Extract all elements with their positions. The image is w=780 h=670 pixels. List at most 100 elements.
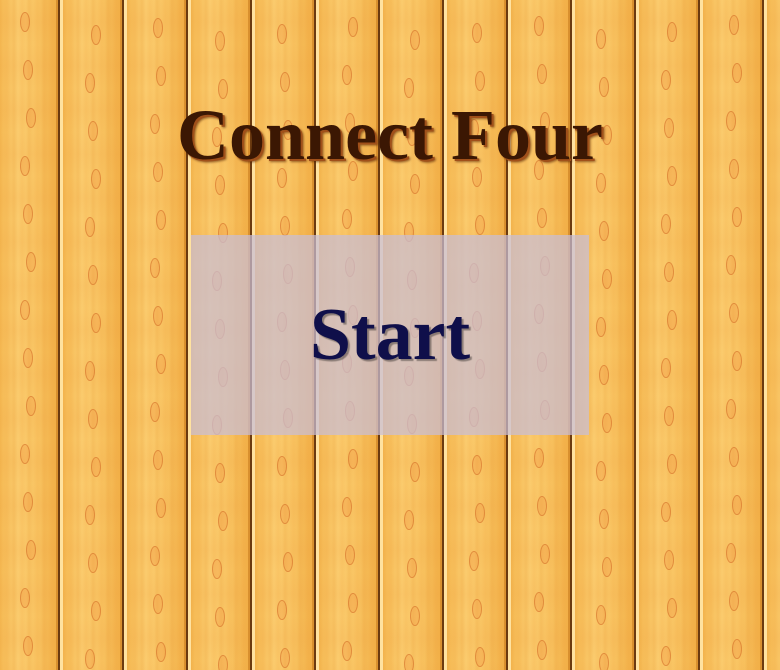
wood-knot	[342, 65, 352, 85]
wood-knot	[667, 22, 677, 42]
wood-knot	[540, 544, 550, 564]
wood-knot	[20, 588, 30, 608]
wood-knot	[534, 16, 544, 36]
wood-knot	[277, 24, 287, 44]
wood-knot	[599, 365, 609, 385]
wood-knot	[732, 63, 742, 83]
wood-knot	[150, 258, 160, 278]
wood-knot	[23, 348, 33, 368]
start-button-label: Start	[309, 293, 471, 376]
wood-knot	[156, 66, 166, 86]
wood-knot	[472, 23, 482, 43]
wood-knot	[91, 25, 101, 45]
wood-knot	[23, 60, 33, 80]
wood-knot	[537, 496, 547, 516]
wood-knot	[23, 204, 33, 224]
wood-knot	[85, 361, 95, 381]
wood-knot	[596, 317, 606, 337]
wood-knot	[215, 607, 225, 627]
wood-knot	[85, 505, 95, 525]
wood-knot	[85, 649, 95, 669]
wood-knot	[596, 605, 606, 625]
wood-knot	[156, 354, 166, 374]
wood-knot	[475, 647, 485, 667]
wood-knot	[85, 73, 95, 93]
wood-knot	[218, 511, 228, 531]
start-button[interactable]: Start	[191, 235, 589, 435]
wood-knot	[212, 559, 222, 579]
wood-knot	[348, 449, 358, 469]
wood-knot	[215, 463, 225, 483]
wood-knot	[537, 208, 547, 228]
wood-knot	[667, 598, 677, 618]
wood-knot	[661, 646, 671, 666]
wood-knot	[534, 592, 544, 612]
wood-knot	[661, 358, 671, 378]
wood-knot	[156, 498, 166, 518]
wood-knot	[156, 210, 166, 230]
wood-knot	[732, 351, 742, 371]
wood-knot	[283, 552, 293, 572]
wood-knot	[26, 252, 36, 272]
wood-knot	[472, 455, 482, 475]
wood-knot	[729, 15, 739, 35]
wood-knot	[410, 462, 420, 482]
wood-knot	[407, 558, 417, 578]
wood-knot	[85, 217, 95, 237]
wood-knot	[277, 456, 287, 476]
wood-knot	[280, 216, 290, 236]
wood-knot	[537, 640, 547, 660]
wood-knot	[215, 175, 225, 195]
wood-knot	[664, 406, 674, 426]
wood-knot	[664, 550, 674, 570]
wood-knot	[596, 461, 606, 481]
wood-knot	[729, 591, 739, 611]
wood-knot	[88, 265, 98, 285]
wood-knot	[277, 600, 287, 620]
wood-knot	[599, 509, 609, 529]
wood-knot	[732, 639, 742, 659]
wood-knot	[153, 450, 163, 470]
wood-knot	[410, 606, 420, 626]
wood-knot	[410, 30, 420, 50]
wood-knot	[153, 306, 163, 326]
wood-knot	[732, 495, 742, 515]
wood-knot	[153, 594, 163, 614]
wood-knot	[404, 654, 414, 670]
wood-knot	[150, 402, 160, 422]
wood-knot	[153, 18, 163, 38]
wood-knot	[150, 546, 160, 566]
wood-knot	[342, 497, 352, 517]
wood-knot	[667, 454, 677, 474]
wood-knot	[280, 72, 290, 92]
wood-knot	[348, 593, 358, 613]
wood-knot	[88, 409, 98, 429]
wood-knot	[729, 447, 739, 467]
wood-knot	[599, 221, 609, 241]
wood-knot	[20, 444, 30, 464]
wood-knot	[91, 313, 101, 333]
wood-knot	[469, 551, 479, 571]
wood-knot	[218, 655, 228, 670]
wood-knot	[726, 255, 736, 275]
wood-knot	[280, 504, 290, 524]
wood-knot	[342, 209, 352, 229]
wood-knot	[537, 64, 547, 84]
wood-knot	[88, 553, 98, 573]
wood-knot	[280, 648, 290, 668]
wood-knot	[726, 543, 736, 563]
wood-knot	[345, 545, 355, 565]
wood-knot	[342, 641, 352, 661]
wood-knot	[475, 503, 485, 523]
wood-knot	[602, 269, 612, 289]
wood-knot	[404, 510, 414, 530]
wood-knot	[472, 599, 482, 619]
wood-knot	[667, 310, 677, 330]
wood-knot	[729, 303, 739, 323]
wood-knot	[599, 653, 609, 670]
wood-knot	[348, 17, 358, 37]
wood-knot	[91, 457, 101, 477]
wood-knot	[732, 207, 742, 227]
wood-knot	[602, 413, 612, 433]
wood-knot	[20, 300, 30, 320]
